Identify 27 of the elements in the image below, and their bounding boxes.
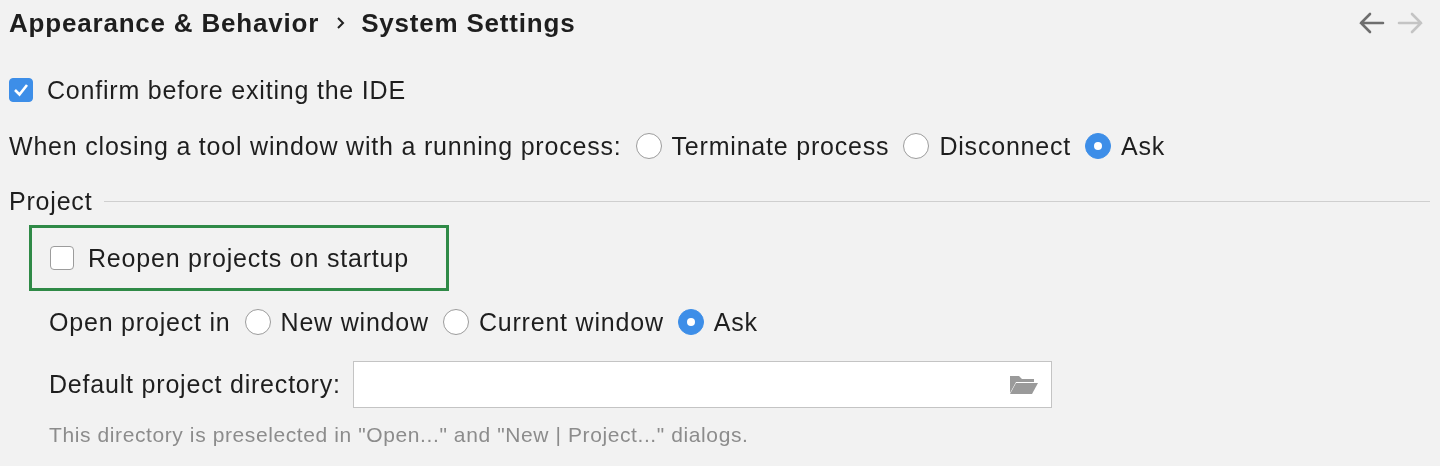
radio-button[interactable] [635, 133, 662, 159]
checkbox[interactable] [9, 78, 33, 102]
radio-button[interactable] [1085, 133, 1112, 159]
checkbox-label: Reopen projects on startup [88, 243, 409, 273]
option-label: When closing a tool window with a running process: [9, 131, 622, 161]
radio-label: Disconnect [939, 131, 1072, 161]
checkbox[interactable] [50, 246, 74, 270]
field-label: Default project directory: [49, 369, 341, 399]
directory-field[interactable] [352, 360, 1052, 408]
radio-label: Current window [478, 307, 664, 337]
radio-button[interactable] [442, 309, 469, 335]
radio-button[interactable] [244, 309, 271, 335]
radio-button[interactable] [903, 133, 930, 159]
section-title: Project [9, 186, 93, 216]
radio-label: Ask [1121, 131, 1166, 161]
radio-label: Ask [713, 307, 758, 337]
hint-text: This directory is preselected in "Open..." and "New | Project..." dialogs. [48, 423, 750, 447]
radio-label: New window [280, 307, 429, 337]
folder-icon[interactable] [1008, 373, 1039, 395]
breadcrumb-item[interactable]: Appearance & Behavior [9, 7, 320, 39]
back-arrow-icon[interactable] [1358, 12, 1386, 34]
breadcrumb-item[interactable]: System Settings [361, 7, 576, 39]
radio-label: Terminate process [671, 131, 890, 161]
checkbox-label: Confirm before exiting the IDE [47, 75, 406, 105]
radio-button[interactable] [677, 309, 704, 335]
option-label: Open project in [49, 307, 231, 337]
chevron-icon [335, 16, 346, 30]
